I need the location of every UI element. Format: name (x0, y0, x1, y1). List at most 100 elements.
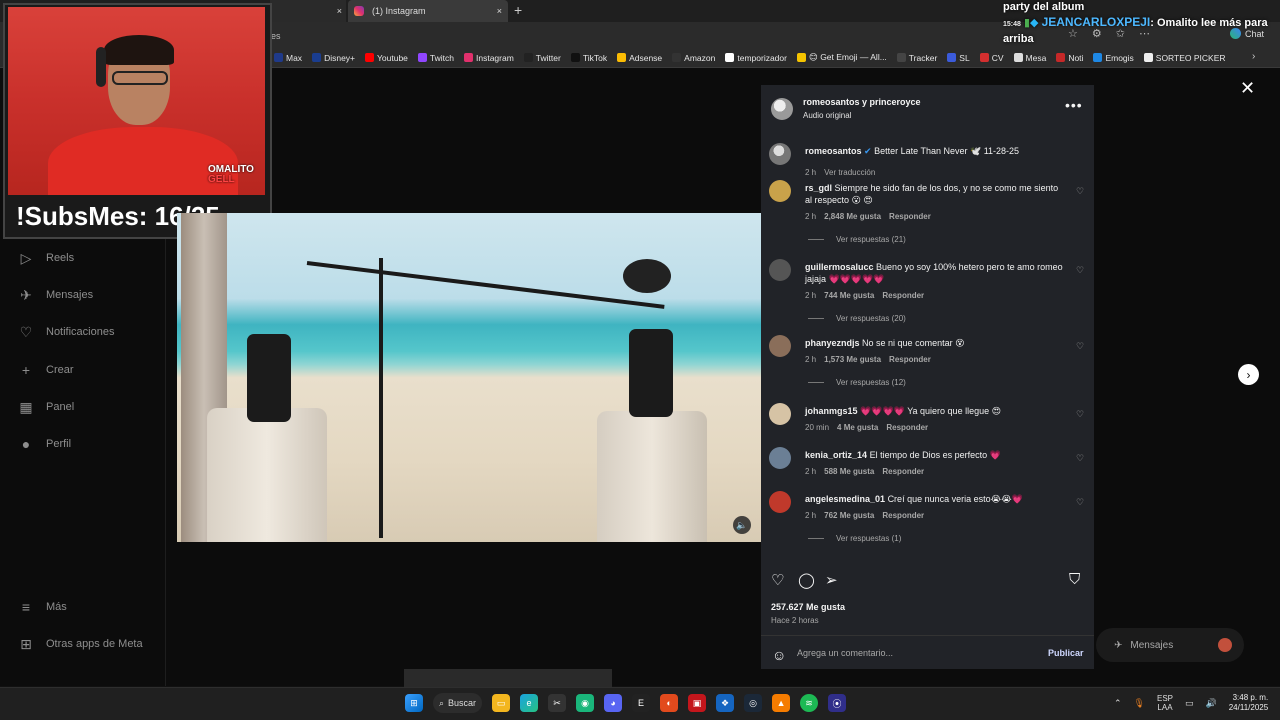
view-replies[interactable]: Ver respuestas (20) (808, 314, 906, 323)
app-icon[interactable]: ▲ (772, 694, 791, 712)
avatar[interactable] (769, 447, 791, 469)
chevron-up-icon[interactable]: ⌃ (1114, 698, 1122, 709)
sidebar-item-perfil[interactable]: ● Perfil (18, 436, 71, 452)
comment-like-icon[interactable]: ♡ (1076, 186, 1084, 197)
whatsapp-icon[interactable]: ◉ (576, 694, 595, 712)
comment-user[interactable]: angelesmedina_01 (805, 494, 885, 504)
bookmark-item[interactable]: Tracker (896, 52, 937, 63)
sidebar-item-reels[interactable]: ▷ Reels (18, 250, 75, 266)
emoji-icon[interactable]: ☺ (772, 647, 786, 663)
bookmark-item[interactable]: TikTok (570, 52, 607, 63)
avatar[interactable] (769, 180, 791, 202)
bookmark-item[interactable]: Disney+ (312, 52, 355, 63)
reply-link[interactable]: Responder (889, 355, 931, 364)
comment-icon[interactable]: ◯ (798, 571, 815, 589)
clock[interactable]: 3:48 p. m. 24/11/2025 (1229, 693, 1268, 713)
url-text[interactable]: es (271, 31, 281, 41)
reply-link[interactable]: Responder (886, 423, 928, 432)
bookmark-item[interactable]: Twitch (417, 52, 454, 63)
avatar[interactable] (769, 335, 791, 357)
share-icon[interactable]: ➢ (825, 571, 838, 589)
post-authors[interactable]: romeosantos y princeroyce (803, 97, 921, 107)
volume-icon[interactable]: 🔊 (1206, 698, 1217, 709)
comment-likes[interactable]: 744 Me gusta (824, 291, 874, 300)
windows-start-icon[interactable]: ⊞ (405, 694, 423, 712)
bookmark-item[interactable]: Noti (1056, 52, 1083, 63)
bookmark-item[interactable]: Adsense (617, 52, 662, 63)
bookmark-icon[interactable]: ⛉ (1069, 571, 1080, 588)
reply-link[interactable]: Responder (882, 511, 924, 520)
view-replies[interactable]: Ver respuestas (12) (808, 378, 906, 387)
comment-like-icon[interactable]: ♡ (1076, 453, 1084, 464)
comment-likes[interactable]: 4 Me gusta (837, 423, 878, 432)
ea-icon[interactable]: ◐ (660, 694, 679, 712)
tab-close-icon[interactable]: × (497, 6, 502, 16)
reply-link[interactable]: Responder (882, 467, 924, 476)
bookmark-item[interactable]: 😊 Get Emoji — All... (796, 52, 887, 63)
obs-icon[interactable]: ⦿ (828, 694, 847, 712)
language-indicator[interactable]: ESP LAA (1157, 694, 1173, 712)
bookmark-item[interactable]: Amazon (672, 52, 715, 63)
bookmark-item[interactable]: Youtube (365, 52, 408, 63)
next-post-button[interactable]: › (1238, 364, 1259, 385)
comment-user[interactable]: phanyezndjs (805, 338, 860, 348)
caption-user[interactable]: romeosantos (805, 146, 862, 156)
comment-likes[interactable]: 1,573 Me gusta (824, 355, 881, 364)
view-replies[interactable]: Ver respuestas (1) (808, 534, 901, 543)
browser-tab-previous[interactable]: × (270, 0, 346, 22)
sidebar-item-crear[interactable]: + Crear (18, 362, 74, 378)
comment-user[interactable]: johanmgs15 (805, 406, 858, 416)
comment-like-icon[interactable]: ♡ (1076, 497, 1084, 508)
sidebar-item-mensajes[interactable]: ✈ Mensajes (18, 287, 93, 303)
comment-like-icon[interactable]: ♡ (1076, 409, 1084, 420)
bookmark-item[interactable]: CV (979, 52, 1004, 63)
avatar[interactable] (769, 403, 791, 425)
more-options-icon[interactable]: ••• (1065, 97, 1083, 113)
comment-input[interactable] (797, 646, 1037, 660)
avatar[interactable] (769, 491, 791, 513)
browser-tab-instagram[interactable]: (1) Instagram × (348, 0, 508, 22)
microphone-icon[interactable]: 🎙 (1134, 698, 1145, 709)
reel-video[interactable] (177, 213, 761, 542)
audio-label[interactable]: Audio original (803, 111, 851, 120)
battlenet-icon[interactable]: ❖ (716, 694, 735, 712)
volume-icon[interactable]: 🔈 (733, 516, 751, 534)
view-replies[interactable]: Ver respuestas (21) (808, 235, 906, 244)
sidebar-item-otras-apps-de-meta[interactable]: ⊞ Otras apps de Meta (18, 636, 142, 652)
bookmark-item[interactable]: Emogis (1093, 52, 1134, 63)
bookmark-item[interactable]: Instagram (464, 52, 514, 63)
capcut-icon[interactable]: ✂ (548, 694, 567, 712)
bookmark-item[interactable]: Max (274, 52, 302, 63)
edge-icon[interactable]: e (520, 694, 539, 712)
comment-like-icon[interactable]: ♡ (1076, 341, 1084, 352)
comment-user[interactable]: kenia_ortiz_14 (805, 450, 867, 460)
messages-button[interactable]: ✈ Mensajes (1096, 628, 1244, 662)
avatar[interactable] (769, 259, 791, 281)
sidebar-item-panel[interactable]: ▦ Panel (18, 399, 74, 415)
comment-likes[interactable]: 588 Me gusta (824, 467, 874, 476)
close-icon[interactable]: ✕ (1240, 78, 1255, 99)
discord-icon[interactable]: ◕ (604, 694, 623, 712)
comment-like-icon[interactable]: ♡ (1076, 265, 1084, 276)
translate-link[interactable]: Ver traducción (824, 168, 875, 177)
new-tab-button[interactable]: + (514, 2, 522, 18)
avatar[interactable] (769, 143, 791, 165)
taskbar-search[interactable]: ⌕ Buscar (433, 693, 483, 713)
epic-games-icon[interactable]: E (632, 694, 651, 712)
like-icon[interactable]: ♡ (771, 571, 784, 589)
bookmark-item[interactable]: temporizador (725, 52, 787, 63)
likes-count[interactable]: 257.627 Me gusta (771, 602, 845, 612)
riot-icon[interactable]: ▣ (688, 694, 707, 712)
publish-button[interactable]: Publicar (1048, 648, 1084, 658)
comment-user[interactable]: guillermosalucc (805, 262, 874, 272)
bookmark-item[interactable]: Twitter (523, 52, 561, 63)
network-icon[interactable]: ▭ (1185, 698, 1194, 709)
bookmark-item[interactable]: SL (947, 52, 970, 63)
file-explorer-icon[interactable]: ▭ (492, 694, 511, 712)
comment-likes[interactable]: 762 Me gusta (824, 511, 874, 520)
reply-link[interactable]: Responder (889, 212, 931, 221)
comment-likes[interactable]: 2,848 Me gusta (824, 212, 881, 221)
bookmark-item[interactable]: Mesa (1013, 52, 1046, 63)
comment-user[interactable]: rs_gdl (805, 183, 832, 193)
bookmarks-more-icon[interactable]: › (1252, 51, 1255, 62)
